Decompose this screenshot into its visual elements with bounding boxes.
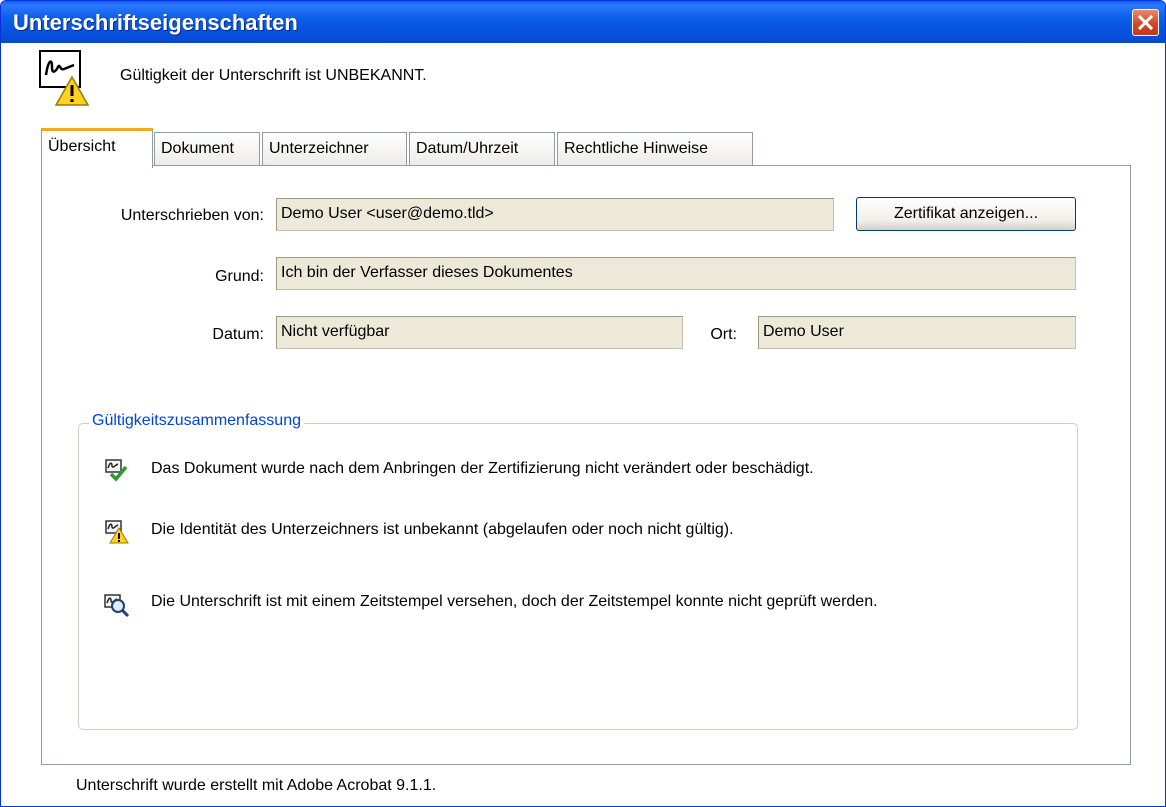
timestamp-magnifier-icon: [104, 594, 129, 618]
tab-label: Unterzeichner: [269, 140, 369, 157]
tab-dokument[interactable]: Dokument: [154, 132, 260, 166]
tab-label: Rechtliche Hinweise: [564, 140, 709, 157]
signature-status-text: Gültigkeit der Unterschrift ist UNBEKANN…: [120, 67, 427, 84]
signed-by-field[interactable]: Demo User <user@demo.tld>: [276, 198, 834, 231]
date-field[interactable]: Nicht verfügbar: [276, 316, 683, 349]
tab-uebersicht[interactable]: Übersicht: [41, 128, 153, 168]
signature-properties-dialog: Unterschriftseigenschaften Gültigkeit de…: [0, 0, 1166, 807]
tab-unterzeichner[interactable]: Unterzeichner: [262, 132, 407, 166]
validity-item-text: Das Dokument wurde nach dem Anbringen de…: [151, 460, 814, 477]
close-icon: [1137, 14, 1154, 31]
tab-rechtliche-hinweise[interactable]: Rechtliche Hinweise: [557, 132, 753, 166]
tab-datum-uhrzeit[interactable]: Datum/Uhrzeit: [409, 132, 555, 166]
reason-label: Grund:: [215, 268, 264, 285]
tab-label: Dokument: [161, 140, 234, 157]
validity-summary-group: Gültigkeitszusammenfassung Das Dokument …: [78, 412, 1078, 730]
overview-panel: Unterschrieben von: Demo User <user@demo…: [41, 165, 1131, 765]
location-field[interactable]: Demo User: [758, 316, 1076, 349]
signed-by-label: Unterschrieben von:: [120, 207, 264, 224]
validity-item-text: Die Identität des Unterzeichners ist unb…: [151, 521, 734, 538]
title-bar[interactable]: Unterschriftseigenschaften: [1, 1, 1165, 43]
dialog-content: Gültigkeit der Unterschrift ist UNBEKANN…: [1, 43, 1165, 806]
validity-summary-title: Gültigkeitszusammenfassung: [89, 412, 304, 430]
reason-field[interactable]: Ich bin der Verfasser dieses Dokumentes: [276, 257, 1076, 290]
created-with-text: Unterschrift wurde erstellt mit Adobe Ac…: [76, 777, 437, 794]
close-button[interactable]: [1132, 9, 1159, 36]
signature-warning-icon: [39, 50, 90, 106]
validity-item-text: Die Unterschrift ist mit einem Zeitstemp…: [151, 593, 878, 610]
identity-warning-icon: [105, 520, 129, 544]
location-label: Ort:: [710, 326, 737, 343]
window-title: Unterschriftseigenschaften: [13, 10, 298, 35]
tab-label: Datum/Uhrzeit: [416, 140, 519, 157]
show-certificate-button[interactable]: Zertifikat anzeigen...: [856, 197, 1076, 231]
date-label: Datum:: [212, 326, 264, 343]
tab-label: Übersicht: [48, 138, 116, 155]
document-valid-icon: [105, 459, 128, 482]
